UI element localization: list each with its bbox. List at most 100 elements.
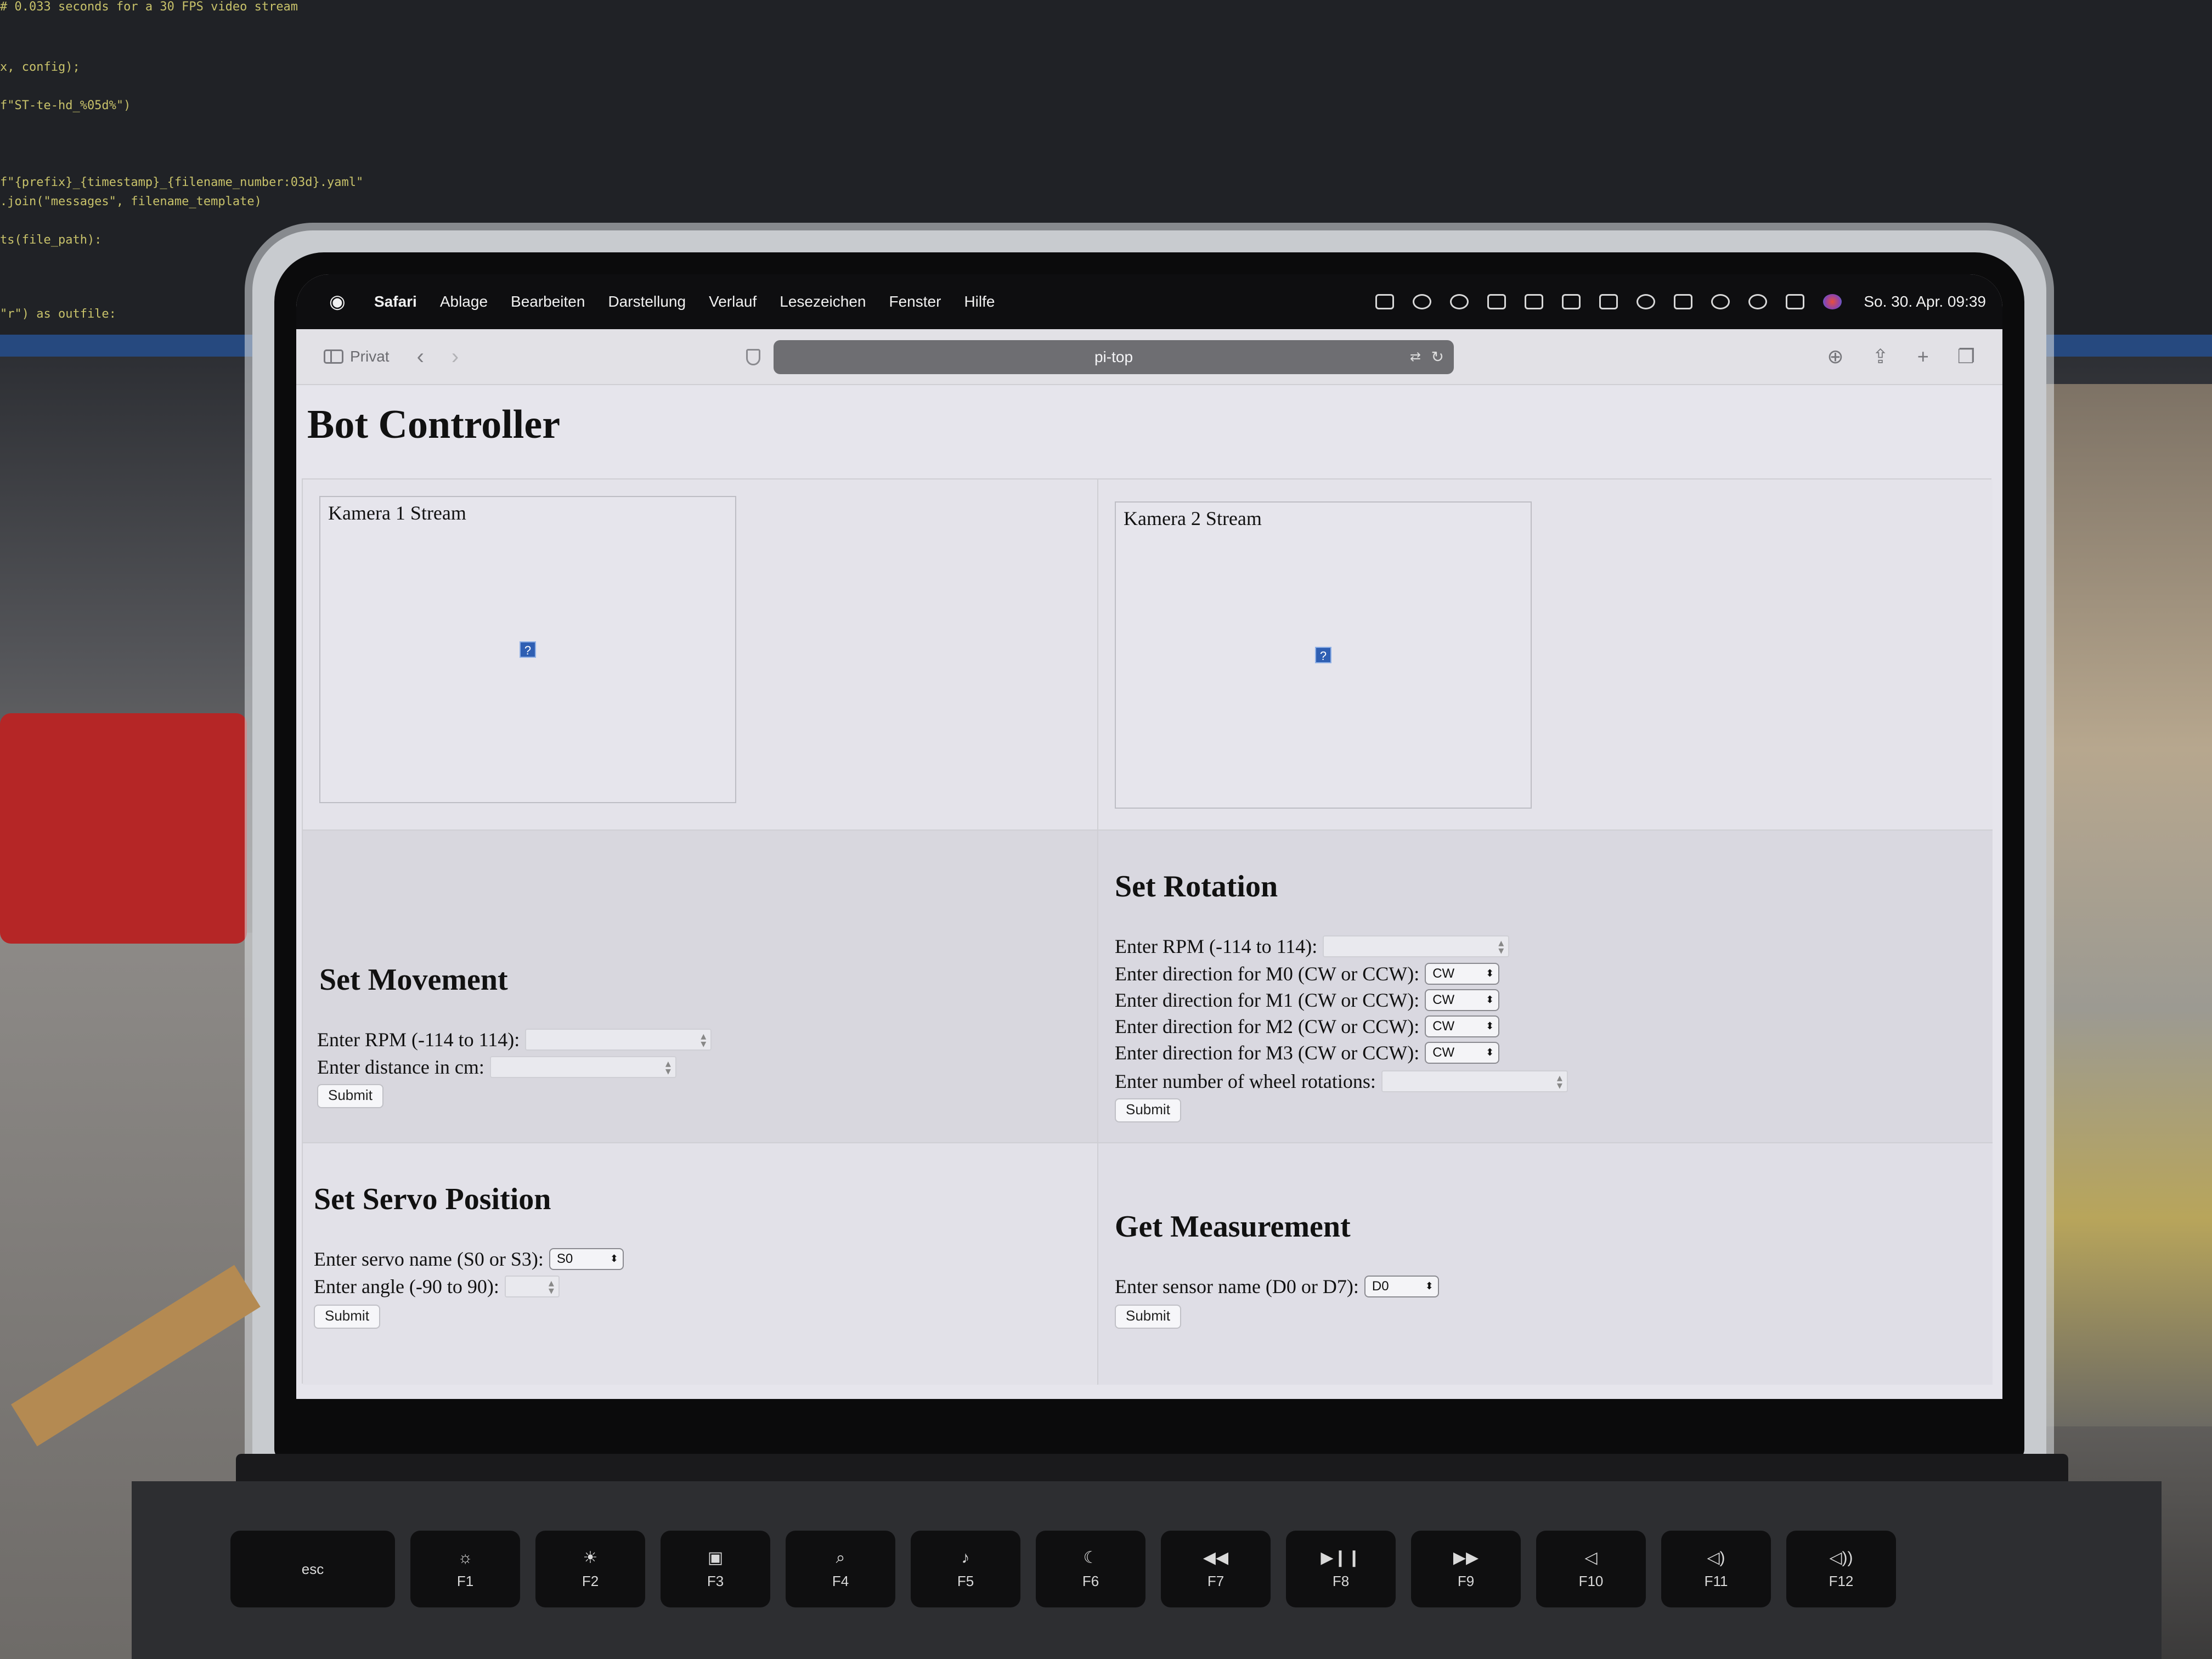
m0-direction-select[interactable]: CW ⬍ <box>1425 963 1500 985</box>
key-f3[interactable]: ▣ F3 <box>661 1531 770 1607</box>
translate-icon[interactable]: ⇄ <box>1410 340 1421 374</box>
servo-angle-row: Enter angle (-90 to 90): ▴ ▾ <box>314 1275 560 1298</box>
new-tab-icon[interactable]: + <box>1917 345 1929 368</box>
wifi-icon[interactable] <box>1711 294 1730 309</box>
menu-bearbeiten[interactable]: Bearbeiten <box>511 293 585 311</box>
key-label: F7 <box>1207 1573 1224 1589</box>
reload-icon[interactable]: ↻ <box>1431 340 1444 374</box>
key-f6[interactable]: ☾ F6 <box>1036 1531 1146 1607</box>
menu-ablage[interactable]: Ablage <box>440 293 488 311</box>
menu-safari[interactable]: Safari <box>374 293 417 311</box>
field-label: Enter distance in cm: <box>317 1056 484 1078</box>
menu-verlauf[interactable]: Verlauf <box>709 293 757 311</box>
select-value: CW <box>1432 1019 1455 1034</box>
camera-1-cell: Kamera 1 Stream ? <box>303 479 1098 831</box>
function-key-row: esc ☼ F1 ☀ F2 ▣ F3 ⌕ F4 ♪ F5 ☾ F6 ◀◀ F7 ▶❙❙ F8 ▶… <box>230 1531 2041 1607</box>
rotation-m1-row: Enter direction for M1 (CW or CCW): CW ⬍ <box>1115 989 1500 1012</box>
key-f4[interactable]: ⌕ F4 <box>786 1531 895 1607</box>
address-bar[interactable]: pi-top ⇄ ↻ <box>774 340 1454 374</box>
key-f1[interactable]: ☼ F1 <box>410 1531 520 1607</box>
m2-direction-select[interactable]: CW ⬍ <box>1425 1015 1500 1037</box>
key-label: F2 <box>582 1573 599 1589</box>
sync-icon[interactable] <box>1450 294 1469 309</box>
screen-mirror-icon[interactable] <box>1375 294 1395 309</box>
movement-submit-button[interactable]: Submit <box>317 1084 383 1108</box>
broken-image-icon: ? <box>1315 647 1331 663</box>
share-icon[interactable]: ⇪ <box>1872 345 1889 368</box>
user-icon[interactable] <box>1637 294 1656 309</box>
movement-rpm-input[interactable]: ▴ ▾ <box>525 1029 712 1051</box>
rotation-m2-row: Enter direction for M2 (CW or CCW): CW ⬍ <box>1115 1015 1500 1038</box>
key-f8[interactable]: ▶❙❙ F8 <box>1286 1531 1396 1607</box>
menu-hilfe[interactable]: Hilfe <box>964 293 995 311</box>
stepper-icon[interactable]: ▴ ▾ <box>549 1277 554 1296</box>
privacy-shield-icon[interactable] <box>746 349 760 365</box>
macos-menubar: ◉ Safari Ablage Bearbeiten Darstellung V… <box>296 274 2002 329</box>
servo-submit-button[interactable]: Submit <box>314 1305 380 1329</box>
servo-angle-input[interactable]: ▴ ▾ <box>504 1276 560 1297</box>
key-label: F8 <box>1332 1573 1350 1589</box>
section-title: Set Movement <box>319 963 508 997</box>
stepper-icon[interactable]: ▴ ▾ <box>1557 1072 1562 1091</box>
downloads-icon[interactable]: ⊕ <box>1827 345 1843 368</box>
toolbar-right-icons: ⊕ ⇪ + ❐ <box>1827 329 1975 384</box>
stepper-icon[interactable]: ▴ ▾ <box>1498 937 1504 956</box>
key-f11[interactable]: ◁) F11 <box>1661 1531 1771 1607</box>
red-device <box>0 713 247 944</box>
m3-direction-select[interactable]: CW ⬍ <box>1425 1042 1500 1064</box>
siri-icon[interactable] <box>1823 294 1842 309</box>
back-button[interactable]: ‹ <box>417 345 424 369</box>
key-esc[interactable]: esc <box>230 1531 395 1607</box>
select-chevron-icon: ⬍ <box>1486 994 1494 1006</box>
menu-darstellung[interactable]: Darstellung <box>608 293 686 311</box>
select-value: D0 <box>1372 1279 1389 1294</box>
private-label: Privat <box>350 348 390 365</box>
menu-fenster[interactable]: Fenster <box>889 293 941 311</box>
field-label: Enter angle (-90 to 90): <box>314 1276 499 1297</box>
wheel-rotations-input[interactable]: ▴ ▾ <box>1381 1070 1568 1092</box>
mission-control-icon: ▣ <box>707 1549 724 1567</box>
key-f2[interactable]: ☀ F2 <box>535 1531 645 1607</box>
sidebar-toggle-button[interactable]: Privat <box>324 348 390 365</box>
apple-menu-icon[interactable]: ◉ <box>329 291 351 313</box>
key-f7[interactable]: ◀◀ F7 <box>1161 1531 1271 1607</box>
menu-lesezeichen[interactable]: Lesezeichen <box>780 293 866 311</box>
stepper-icon[interactable]: ▴ ▾ <box>665 1058 671 1076</box>
stepper-icon[interactable]: ▴ ▾ <box>701 1030 706 1049</box>
select-chevron-icon: ⬍ <box>610 1253 618 1265</box>
spotlight-search-icon[interactable] <box>1748 294 1768 309</box>
select-value: CW <box>1432 992 1455 1007</box>
code-line: x, config); <box>0 60 80 74</box>
drive-icon[interactable] <box>1487 294 1506 309</box>
battery-icon[interactable] <box>1674 294 1693 309</box>
key-f12[interactable]: ◁)) F12 <box>1786 1531 1896 1607</box>
headphones-icon[interactable] <box>1413 294 1432 309</box>
rotation-submit-button[interactable]: Submit <box>1115 1098 1181 1122</box>
servo-name-select[interactable]: S0 ⬍ <box>549 1248 624 1270</box>
brightness-down-icon: ☼ <box>458 1548 473 1567</box>
forward-button[interactable]: › <box>452 345 459 369</box>
rotation-rpm-input[interactable]: ▴ ▾ <box>1323 935 1510 957</box>
code-line: ts(file_path): <box>0 233 102 247</box>
movement-distance-input[interactable]: ▴ ▾ <box>489 1056 676 1078</box>
controller-grid: Kamera 1 Stream ? Kamera 2 Stream ? Set … <box>302 478 1993 1385</box>
field-label: Enter direction for M3 (CW or CCW): <box>1115 1042 1420 1064</box>
m1-direction-select[interactable]: CW ⬍ <box>1425 989 1500 1011</box>
key-f10[interactable]: ◁ F10 <box>1536 1531 1646 1607</box>
key-label: F4 <box>832 1572 849 1589</box>
measurement-submit-button[interactable]: Submit <box>1115 1305 1181 1329</box>
calendar-icon[interactable] <box>1599 294 1618 309</box>
select-value: CW <box>1432 1045 1455 1060</box>
key-label: esc <box>301 1560 324 1577</box>
menubar-clock[interactable]: So. 30. Apr. 09:39 <box>1864 293 1986 311</box>
section-title: Set Rotation <box>1115 870 1278 904</box>
key-f9[interactable]: ▶▶ F9 <box>1411 1531 1521 1607</box>
key-f5[interactable]: ♪ F5 <box>911 1531 1020 1607</box>
bed-icon[interactable] <box>1562 294 1581 309</box>
tools-icon[interactable] <box>1525 294 1544 309</box>
laptop-screen: ◉ Safari Ablage Bearbeiten Darstellung V… <box>296 274 2002 1399</box>
control-center-icon[interactable] <box>1786 294 1805 309</box>
key-label: F9 <box>1457 1573 1475 1589</box>
tab-overview-icon[interactable]: ❐ <box>1957 345 1975 368</box>
sensor-name-select[interactable]: D0 ⬍ <box>1364 1276 1439 1297</box>
